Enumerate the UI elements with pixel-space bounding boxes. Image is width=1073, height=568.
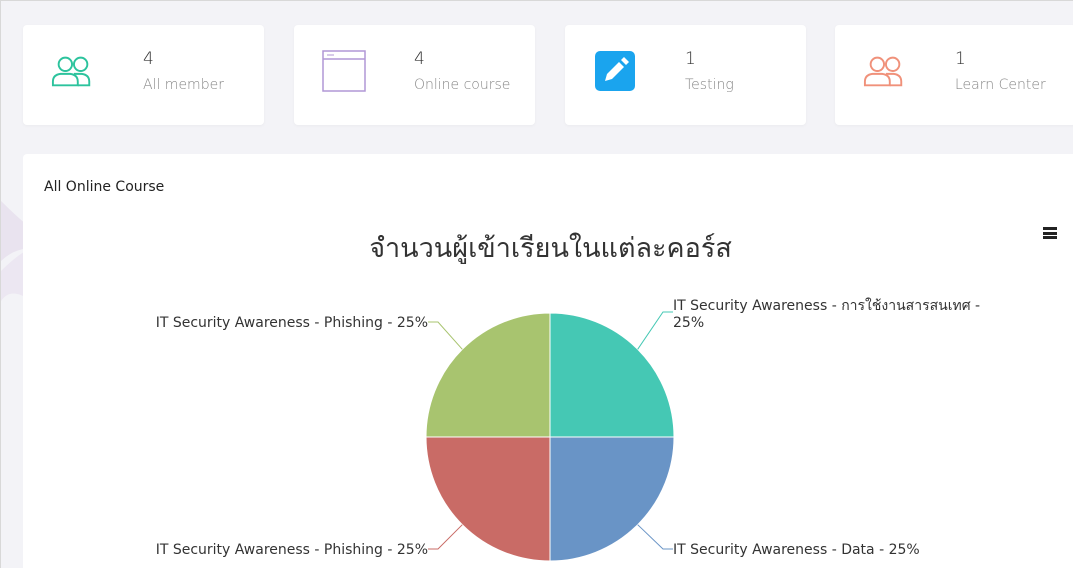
pie-slice[interactable] [549, 436, 675, 562]
pie-slice-label: IT Security Awareness - Phishing - 25% [156, 542, 428, 558]
stat-card-members[interactable]: 4 All member [23, 25, 264, 125]
pie-slice[interactable] [425, 312, 551, 438]
pie-slice-label: IT Security Awareness - Phishing - 25% [156, 315, 428, 331]
stat-label: Online course [414, 77, 511, 93]
stat-label: Learn Center [955, 77, 1046, 93]
stat-label: Testing [685, 77, 734, 93]
pencil-icon [593, 49, 637, 93]
pie-slice-label: IT Security Awareness - การใช้งานสารสนเท… [673, 297, 980, 331]
users-icon [863, 49, 907, 93]
pie-slice[interactable] [549, 312, 675, 438]
pie-chart: IT Security Awareness - การใช้งานสารสนเท… [156, 297, 980, 562]
stat-label: All member [143, 77, 224, 93]
stat-value: 1 [955, 49, 966, 69]
stat-card-learn-center[interactable]: 1 Learn Center [835, 25, 1073, 125]
pie-connector [428, 524, 463, 550]
users-icon [51, 49, 95, 93]
browser-window-icon [322, 49, 366, 93]
pie-connector [428, 321, 463, 350]
stat-value: 4 [143, 49, 154, 69]
stats-row: 4 All member 4 Online course 1 Testing 1… [23, 25, 1073, 125]
stat-value: 1 [685, 49, 696, 69]
pie-connector [637, 524, 673, 550]
pie-slice-label: IT Security Awareness - Data - 25% [673, 542, 920, 558]
online-course-panel: All Online Course จำนวนผู้เข้าเรียนในแต่… [23, 154, 1073, 568]
pie-connector [637, 311, 673, 350]
stat-card-online-course[interactable]: 4 Online course [294, 25, 535, 125]
stat-value: 4 [414, 49, 425, 69]
stat-card-testing[interactable]: 1 Testing [565, 25, 806, 125]
